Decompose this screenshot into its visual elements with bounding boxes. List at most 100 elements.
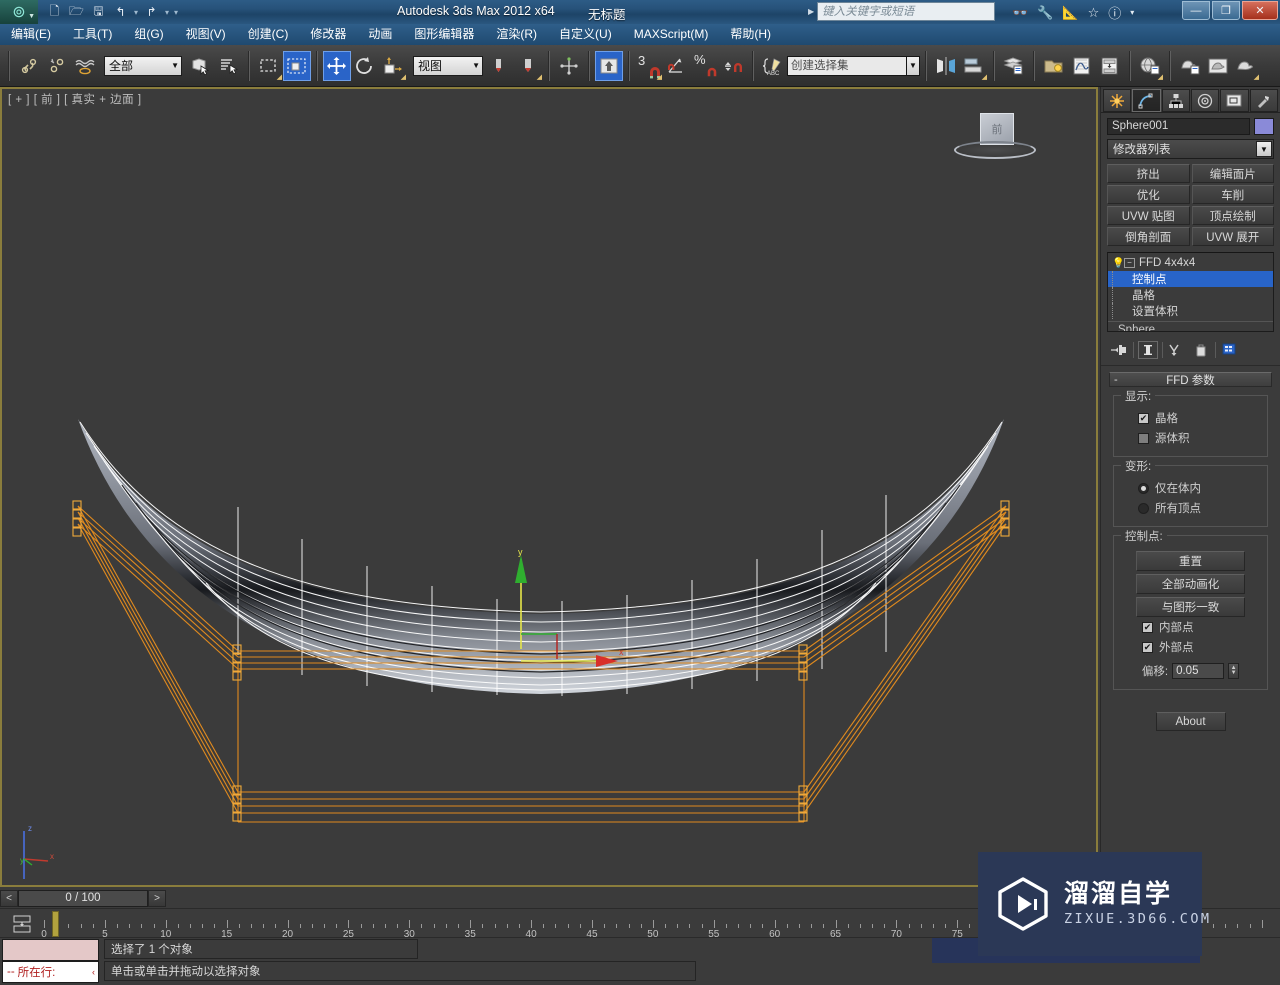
- binoculars-icon[interactable]: 👓: [1012, 5, 1028, 21]
- menu-item-rendering[interactable]: 渲染(R): [485, 24, 548, 45]
- object-name-input[interactable]: Sphere001: [1107, 118, 1250, 135]
- select-and-scale-icon[interactable]: ◢: [379, 51, 407, 81]
- pin-stack-icon[interactable]: [1109, 341, 1129, 359]
- stack-row-lattice[interactable]: 晶格: [1108, 287, 1273, 303]
- offset-input[interactable]: 0.05: [1172, 663, 1225, 679]
- save-icon[interactable]: 🖫: [90, 4, 107, 21]
- use-selection-center-icon[interactable]: ◢: [515, 51, 543, 81]
- tab-modify[interactable]: [1132, 89, 1161, 112]
- reference-coordinate-system-combo[interactable]: 视图 ▼: [413, 55, 483, 76]
- snap-toggle-icon[interactable]: [595, 50, 623, 81]
- help-dropdown-icon[interactable]: ▾: [1130, 8, 1134, 17]
- modifier-button-lathe[interactable]: 车削: [1191, 185, 1274, 204]
- viewport-front[interactable]: [ + ] [ 前 ] [ 真实 + 边面 ] 前 y x z x y: [0, 87, 1098, 887]
- select-and-rotate-icon[interactable]: [351, 51, 379, 81]
- chevron-right-icon[interactable]: ▶: [808, 7, 814, 16]
- select-and-link-icon[interactable]: [15, 51, 43, 81]
- checkbox-row-inside-points[interactable]: ✔ 内部点: [1122, 617, 1259, 637]
- edit-named-selection-sets-icon[interactable]: ABC: [759, 51, 787, 81]
- radio-row-only-in-volume[interactable]: 仅在体内: [1122, 478, 1259, 498]
- percent-snap-toggle-icon[interactable]: %: [691, 51, 719, 81]
- modifier-list-combo[interactable]: 修改器列表 ▼: [1107, 139, 1274, 159]
- use-pivot-point-center-icon[interactable]: [487, 51, 515, 81]
- selection-filter-combo[interactable]: 全部 ▼: [104, 55, 182, 76]
- tab-hierarchy[interactable]: [1161, 89, 1190, 112]
- schematic-view-icon[interactable]: [1096, 51, 1124, 81]
- select-by-name-icon[interactable]: [215, 51, 243, 81]
- checkbox-row-outside-points[interactable]: ✔ 外部点: [1122, 637, 1259, 657]
- align-icon[interactable]: ◢: [960, 51, 988, 81]
- object-color-swatch[interactable]: [1254, 118, 1274, 135]
- modifier-button-edit-patch[interactable]: 编辑面片: [1191, 164, 1274, 183]
- menu-item-edit[interactable]: 编辑(E): [0, 24, 62, 45]
- angle-snap-toggle-icon[interactable]: [663, 51, 691, 81]
- application-menu-button[interactable]: ⊚ ▼: [0, 0, 38, 24]
- close-button[interactable]: ✕: [1242, 1, 1278, 20]
- checkbox-inside-points[interactable]: ✔: [1142, 621, 1153, 633]
- menu-item-animation[interactable]: 动画: [357, 24, 403, 45]
- radio-row-all-vertices[interactable]: 所有顶点: [1122, 498, 1259, 518]
- curve-editor-icon[interactable]: [1068, 51, 1096, 81]
- checkbox-outside-points[interactable]: ✔: [1142, 641, 1153, 653]
- offset-spinner[interactable]: ▲ ▼: [1228, 663, 1240, 679]
- menu-item-tools[interactable]: 工具(T): [62, 24, 123, 45]
- stack-row-sphere[interactable]: Sphere: [1108, 321, 1273, 331]
- menu-item-maxscript[interactable]: MAXScript(M): [623, 24, 720, 45]
- about-button[interactable]: About: [1155, 712, 1226, 731]
- redo-dropdown-icon[interactable]: ▾: [165, 8, 169, 17]
- select-object-icon[interactable]: [187, 51, 215, 81]
- unlink-selection-icon[interactable]: [43, 51, 71, 81]
- tab-motion[interactable]: [1190, 89, 1220, 112]
- menu-item-customize[interactable]: 自定义(U): [548, 24, 623, 45]
- tab-utilities[interactable]: [1249, 89, 1278, 112]
- light-bulb-icon[interactable]: 💡: [1112, 258, 1124, 269]
- wrench-icon[interactable]: 🔧: [1037, 5, 1053, 21]
- undo-icon[interactable]: ↰: [112, 4, 129, 21]
- select-object-mode-icon[interactable]: [283, 50, 311, 81]
- radio-all-vertices[interactable]: [1138, 502, 1149, 514]
- tab-create[interactable]: [1103, 89, 1132, 112]
- radio-only-in-volume[interactable]: [1138, 482, 1149, 494]
- remove-modifier-icon[interactable]: [1191, 341, 1211, 359]
- tab-display[interactable]: [1220, 89, 1249, 112]
- render-setup-icon[interactable]: [1176, 51, 1204, 81]
- open-icon[interactable]: 🗁: [68, 4, 85, 21]
- select-and-move-icon[interactable]: [323, 50, 351, 81]
- menu-item-modifiers[interactable]: 修改器: [299, 24, 357, 45]
- collapse-icon[interactable]: -: [1114, 374, 1118, 386]
- make-unique-icon[interactable]: [1167, 341, 1187, 359]
- modifier-button-extrude[interactable]: 挤出: [1107, 164, 1190, 183]
- stack-row-set-volume[interactable]: 设置体积: [1108, 303, 1273, 319]
- modifier-button-optimize[interactable]: 优化: [1107, 185, 1190, 204]
- menu-item-create[interactable]: 创建(C): [237, 24, 300, 45]
- open-mini-curve-editor-icon[interactable]: [12, 915, 32, 936]
- toggle-scene-explorer-icon[interactable]: [1040, 51, 1068, 81]
- checkbox-lattice[interactable]: ✔: [1138, 412, 1149, 424]
- render-production-icon[interactable]: ◢: [1232, 51, 1260, 81]
- current-frame-display[interactable]: 0 / 100: [18, 889, 148, 907]
- stack-row-ffd[interactable]: 💡 − FFD 4x4x4: [1108, 255, 1273, 271]
- compass-icon[interactable]: 📐: [1062, 5, 1078, 21]
- checkbox-row-lattice[interactable]: ✔ 晶格: [1122, 408, 1259, 428]
- mirror-icon[interactable]: [932, 51, 960, 81]
- undo-dropdown-icon[interactable]: ▾: [134, 8, 138, 17]
- modifier-button-uvw-map[interactable]: UVW 贴图: [1107, 206, 1190, 225]
- modifier-button-bevel-profile[interactable]: 倒角剖面: [1107, 227, 1190, 246]
- material-editor-icon[interactable]: ◢: [1136, 51, 1164, 81]
- maxscript-mini-listener-output[interactable]: [2, 939, 99, 961]
- menu-item-help[interactable]: 帮助(H): [719, 24, 782, 45]
- time-playhead[interactable]: [52, 911, 59, 937]
- rendered-frame-window-icon[interactable]: [1204, 51, 1232, 81]
- layer-manager-icon[interactable]: [1000, 51, 1028, 81]
- modifier-stack[interactable]: 💡 − FFD 4x4x4 控制点 晶格 设置体积 Sphere: [1107, 252, 1274, 332]
- rectangular-selection-region-icon[interactable]: ◢: [255, 51, 283, 81]
- chevron-down-icon[interactable]: ▼: [1256, 141, 1272, 157]
- menu-item-group[interactable]: 组(G): [123, 24, 174, 45]
- minimize-button[interactable]: —: [1182, 1, 1210, 20]
- customize-quick-access-icon[interactable]: ▾: [174, 8, 178, 17]
- previous-frame-button[interactable]: <: [0, 889, 18, 907]
- collapse-toggle-icon[interactable]: −: [1124, 258, 1135, 268]
- named-selection-sets-input[interactable]: 创建选择集: [787, 55, 907, 76]
- configure-modifier-sets-icon[interactable]: [1220, 341, 1240, 359]
- menu-item-graph-editors[interactable]: 图形编辑器: [403, 24, 485, 45]
